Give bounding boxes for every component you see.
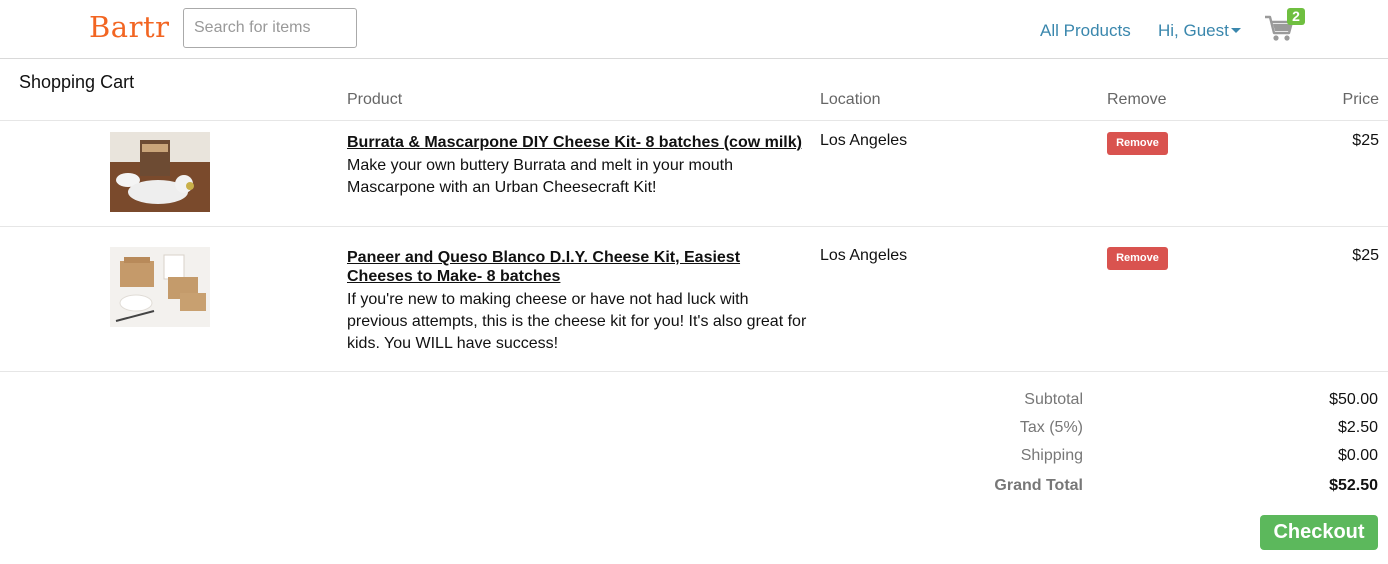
cart-button[interactable]: 2 xyxy=(1263,8,1305,46)
all-products-link[interactable]: All Products xyxy=(1040,21,1131,41)
subtotal-value: $50.00 xyxy=(1329,391,1378,408)
cart-count-badge: 2 xyxy=(1287,8,1305,25)
divider xyxy=(0,120,1388,121)
column-header-remove: Remove xyxy=(1107,91,1167,108)
column-header-product: Product xyxy=(347,91,403,108)
column-header-price: Price xyxy=(1342,91,1379,108)
remove-button[interactable]: Remove xyxy=(1107,132,1168,155)
product-location: Los Angeles xyxy=(820,132,908,149)
caret-down-icon xyxy=(1230,27,1241,33)
subtotal-label: Subtotal xyxy=(1024,391,1083,408)
page-title: Shopping Cart xyxy=(19,72,135,92)
product-location: Los Angeles xyxy=(820,247,908,264)
product-description: If you're new to making cheese or have n… xyxy=(347,291,807,352)
user-menu-label: Hi, Guest xyxy=(1158,21,1229,40)
product-image[interactable] xyxy=(110,132,210,212)
product-price: $25 xyxy=(1352,247,1379,264)
product-title-link[interactable]: Burrata & Mascarpone DIY Cheese Kit- 8 b… xyxy=(347,133,807,152)
product-title-link[interactable]: Paneer and Queso Blanco D.I.Y. Cheese Ki… xyxy=(347,248,807,286)
grand-total-label: Grand Total xyxy=(994,477,1083,494)
shipping-label: Shipping xyxy=(1020,447,1083,464)
divider xyxy=(0,226,1388,227)
remove-button[interactable]: Remove xyxy=(1107,247,1168,270)
column-header-location: Location xyxy=(820,91,881,108)
checkout-button[interactable]: Checkout xyxy=(1260,515,1378,550)
product-price: $25 xyxy=(1352,132,1379,149)
shipping-value: $0.00 xyxy=(1337,447,1378,464)
product-image[interactable] xyxy=(110,247,210,327)
tax-value: $2.50 xyxy=(1337,419,1378,436)
divider xyxy=(0,371,1388,372)
search-input[interactable] xyxy=(183,8,357,48)
tax-label: Tax (5%) xyxy=(1019,419,1083,436)
brand-logo[interactable]: Bartr xyxy=(89,10,169,44)
grand-total-value: $52.50 xyxy=(1329,477,1378,494)
navbar: Bartr All Products Hi, Guest 2 xyxy=(0,0,1388,59)
product-description: Make your own buttery Burrata and melt i… xyxy=(347,157,733,196)
user-menu-dropdown[interactable]: Hi, Guest xyxy=(1158,21,1241,41)
